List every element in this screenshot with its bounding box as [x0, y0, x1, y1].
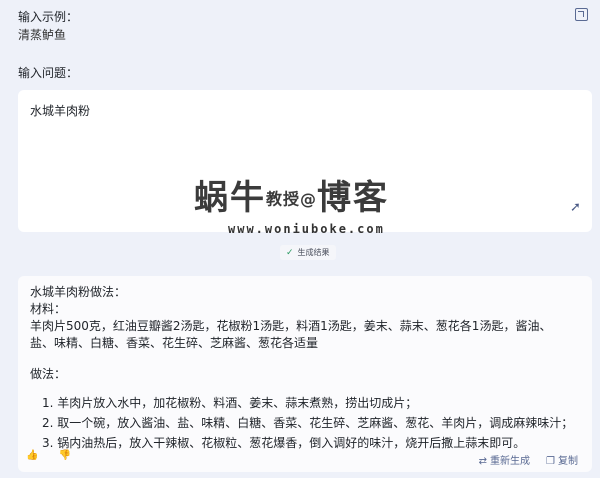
copy-label: 复制 [558, 456, 578, 467]
copy-icon: ❐ [546, 456, 555, 467]
question-input-text[interactable]: 水城羊肉粉 [30, 102, 90, 119]
example-value: 清蒸鲈鱼 [18, 28, 67, 42]
result-title: 水城羊肉粉做法： [30, 285, 127, 299]
step-item: 2. 取一个碗，放入酱油、盐、味精、白糖、香菜、花生碎、芝麻酱、葱花、羊肉片，调… [42, 416, 574, 430]
regenerate-button[interactable]: ⇄ 重新生成 [479, 452, 530, 467]
check-icon: ✓ [286, 247, 294, 258]
thumbs-down-icon[interactable]: 👎 [58, 450, 70, 461]
materials-text: 羊肉片500克，红油豆瓣酱2汤匙，花椒粉1汤匙，料酒1汤匙，姜末、蒜末、葱花各1… [30, 319, 552, 350]
question-input[interactable]: 水城羊肉粉 ➚ [18, 90, 592, 232]
result-actions: ⇄ 重新生成 ❐ 复制 [479, 452, 578, 467]
copy-button[interactable]: ❐ 复制 [546, 452, 578, 467]
example-label: 输入示例： [18, 10, 79, 24]
step-item: 3. 锅内油热后，放入干辣椒、花椒粒、葱花爆香，倒入调好的味汁，烧开后撒上蒜末即… [42, 436, 526, 450]
materials-label: 材料： [30, 302, 67, 316]
result-content: 水城羊肉粉做法： 材料： 羊肉片500克，红油豆瓣酱2汤匙，花椒粉1汤匙，料酒1… [18, 284, 592, 453]
refresh-icon: ⇄ [478, 456, 488, 467]
steps-list: 1. 羊肉片放入水中，加花椒粉、料酒、姜末、蒜末煮熟，捞出切成片； 2. 取一个… [18, 393, 592, 453]
thumbs-up-icon[interactable]: 👍 [26, 450, 38, 461]
generate-button[interactable]: ✓ 生成结果 [280, 245, 336, 260]
step-item: 1. 羊肉片放入水中，加花椒粉、料酒、姜末、蒜末煮熟，捞出切成片； [42, 396, 418, 410]
feedback-actions: 👍 👎 [26, 450, 71, 461]
expand-icon[interactable] [575, 8, 588, 21]
resize-arrow-icon[interactable]: ➚ [570, 201, 582, 214]
question-label: 输入问题： [18, 66, 79, 80]
page: 输入示例： 清蒸鲈鱼 输入问题： 水城羊肉粉 ➚ 蜗牛教授@博客 www.won… [0, 0, 600, 478]
method-label: 做法： [30, 367, 67, 381]
generate-button-label: 生成结果 [297, 248, 330, 257]
regenerate-label: 重新生成 [490, 456, 531, 467]
result-panel: 水城羊肉粉做法： 材料： 羊肉片500克，红油豆瓣酱2汤匙，花椒粉1汤匙，料酒1… [18, 276, 592, 472]
